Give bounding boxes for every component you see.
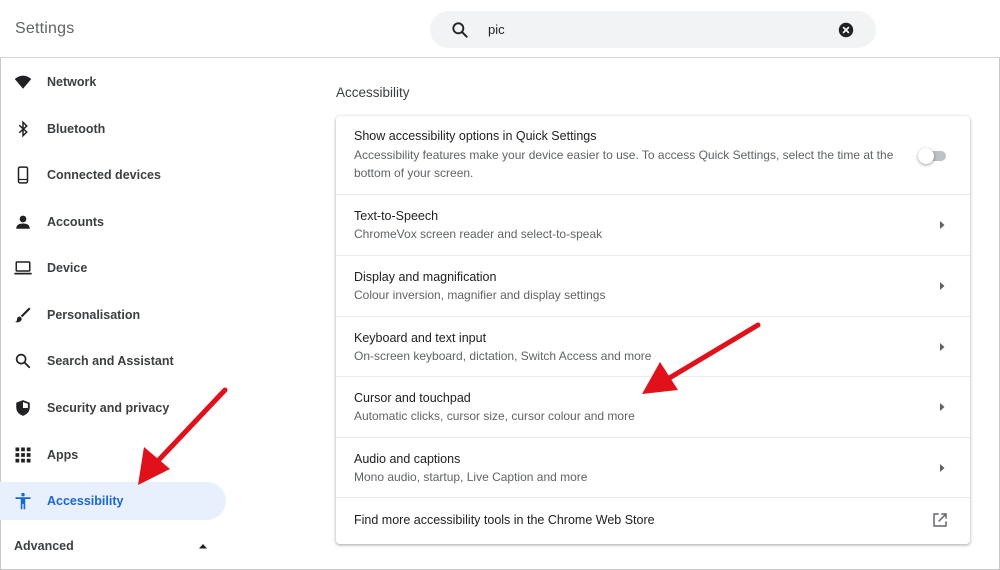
sidebar-item-accounts[interactable]: Accounts [0, 203, 226, 241]
annotation-arrow-cursor-touchpad [642, 322, 761, 394]
row-title: Keyboard and text input [354, 331, 487, 345]
search-icon [452, 22, 468, 38]
row-title: Display and magnification [354, 270, 497, 284]
external-link-icon[interactable] [932, 512, 948, 528]
chevron-right-icon [940, 282, 945, 290]
sidebar-item-label: Personalisation [47, 308, 141, 322]
sidebar-item-personalisation[interactable]: Personalisation [0, 296, 226, 334]
toggle-knob [918, 148, 934, 164]
search-input[interactable] [488, 19, 808, 39]
sidebar-item-label: Apps [47, 448, 79, 462]
row-subtitle: ChromeVox screen reader and select-to-sp… [354, 227, 603, 241]
app-header: Settings [0, 0, 1000, 58]
section-title: Accessibility [336, 85, 410, 100]
row-title: Cursor and touchpad [354, 391, 471, 405]
row-audio-and-captions[interactable]: Audio and captions Mono audio, startup, … [336, 438, 970, 498]
row-subtitle: Automatic clicks, cursor size, cursor co… [354, 409, 635, 423]
bluetooth-icon [18, 120, 28, 138]
sidebar-item-label: Network [47, 75, 97, 89]
sidebar-item-connected-devices[interactable]: Connected devices [0, 156, 226, 194]
sidebar-item-label: Accounts [47, 215, 104, 229]
advanced-section-toggle[interactable]: Advanced [0, 532, 226, 562]
apps-grid-icon [15, 447, 31, 463]
row-subtitle: Mono audio, startup, Live Caption and mo… [354, 470, 588, 484]
row-subtitle: Colour inversion, magnifier and display … [354, 288, 606, 302]
row-title: Find more accessibility tools in the Chr… [354, 513, 655, 527]
sidebar-item-bluetooth[interactable]: Bluetooth [0, 110, 226, 148]
quick-settings-toggle[interactable] [918, 148, 948, 164]
row-title: Text-to-Speech [354, 209, 439, 223]
advanced-label: Advanced [14, 539, 74, 553]
sidebar-item-label: Bluetooth [47, 122, 106, 136]
sidebar-item-label: Connected devices [47, 168, 161, 182]
row-text-to-speech[interactable]: Text-to-Speech ChromeVox screen reader a… [336, 195, 970, 256]
clear-search-icon[interactable] [837, 21, 855, 39]
page-title: Settings [15, 20, 75, 37]
laptop-icon [14, 261, 32, 275]
wifi-icon [14, 75, 32, 89]
chevron-right-icon [940, 221, 945, 229]
row-quick-settings-accessibility[interactable]: Show accessibility options in Quick Sett… [336, 116, 970, 195]
row-title: Show accessibility options in Quick Sett… [354, 129, 597, 143]
chevron-right-icon [940, 403, 945, 411]
row-subtitle: On-screen keyboard, dictation, Switch Ac… [354, 349, 652, 363]
brush-icon [14, 307, 31, 323]
row-chrome-web-store[interactable]: Find more accessibility tools in the Chr… [336, 498, 970, 544]
caret-up-icon [199, 544, 207, 549]
chevron-right-icon [940, 464, 945, 472]
accessibility-icon [15, 492, 31, 510]
shield-icon [16, 400, 30, 416]
sidebar-item-device[interactable]: Device [0, 249, 226, 287]
person-icon [16, 215, 30, 229]
search-icon [15, 353, 31, 369]
sidebar-item-label: Device [47, 261, 88, 275]
sidebar-item-label: Search and Assistant [47, 354, 174, 368]
row-title: Audio and captions [354, 452, 461, 466]
row-subtitle: Accessibility features make your device … [354, 148, 894, 162]
sidebar-item-label: Accessibility [47, 494, 124, 508]
phone-icon [17, 166, 29, 184]
annotation-arrow-sidebar [138, 387, 228, 485]
chevron-right-icon [940, 343, 945, 351]
row-display-and-magnification[interactable]: Display and magnification Colour inversi… [336, 256, 970, 317]
sidebar-item-network[interactable]: Network [0, 63, 226, 101]
search-box[interactable] [430, 11, 876, 48]
row-subtitle: bottom of your screen. [354, 166, 474, 180]
sidebar: Network Bluetooth Connected devices Acco… [0, 60, 240, 570]
sidebar-item-search-and-assistant[interactable]: Search and Assistant [0, 342, 226, 380]
